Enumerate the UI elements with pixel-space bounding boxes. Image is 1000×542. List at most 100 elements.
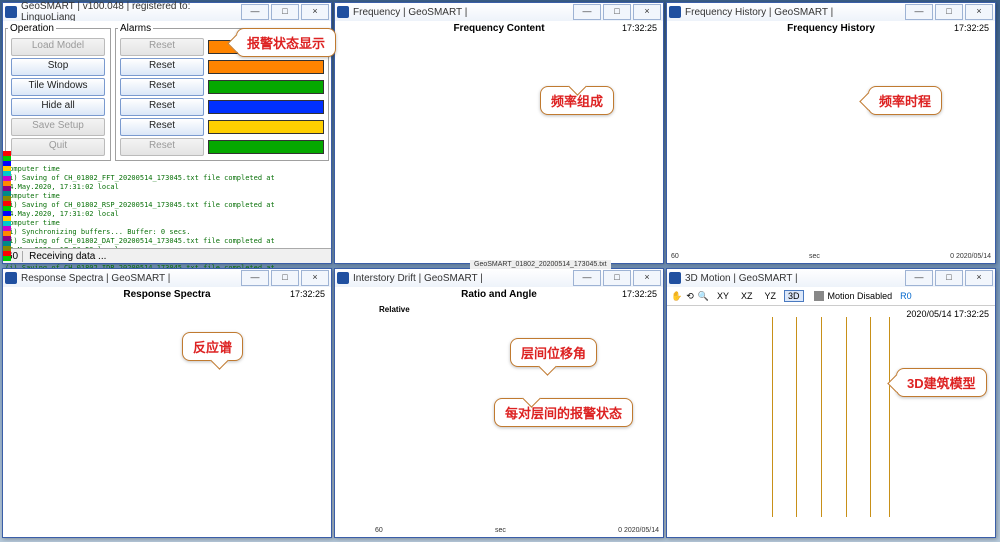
- resp-status-badges: [285, 293, 295, 525]
- drift-x-axis: 60 sec 0 2020/05/14: [335, 527, 663, 537]
- resp-x-axis: [3, 527, 331, 537]
- maximize-button[interactable]: □: [935, 270, 963, 286]
- resp-plot-title: Response Spectra: [3, 289, 331, 300]
- status-text: Receiving data ...: [23, 251, 112, 262]
- hide-all-button[interactable]: Hide all: [11, 98, 105, 116]
- motion-title: 3D Motion | GeoSMART |: [685, 273, 903, 284]
- callout-alarm-status: 报警状态显示: [236, 28, 336, 57]
- resp-title: Response Spectra | GeoSMART |: [21, 273, 239, 284]
- main-title: GeoSMART | v100.048 | registered to: Lin…: [21, 1, 239, 23]
- hand-icon[interactable]: ✋: [671, 291, 682, 302]
- r0-label: R0: [900, 291, 912, 301]
- operation-group: Operation Load Model Stop Tile Windows H…: [5, 23, 111, 161]
- maximize-button[interactable]: □: [603, 270, 631, 286]
- freq-title: Frequency | GeoSMART |: [353, 7, 571, 18]
- stop-button[interactable]: Stop: [11, 58, 105, 76]
- freq-time: 17:32:25: [622, 23, 657, 33]
- frequency-history-window: Frequency History | GeoSMART | — □ × Fre…: [666, 2, 996, 264]
- quit-button[interactable]: Quit: [11, 138, 105, 156]
- minimize-button[interactable]: —: [573, 4, 601, 20]
- relative-label: Relative: [379, 305, 410, 314]
- freq-titlebar[interactable]: Frequency | GeoSMART | — □ ×: [335, 3, 663, 22]
- freqhist-plot-title: Frequency History: [667, 23, 995, 34]
- frequency-plot-area: [345, 37, 619, 251]
- reset-button[interactable]: Reset: [120, 58, 204, 76]
- operation-legend: Operation: [8, 23, 56, 34]
- motion-titlebar[interactable]: 3D Motion | GeoSMART | — □ ×: [667, 269, 995, 288]
- rotate-icon[interactable]: ⟲: [686, 291, 694, 302]
- alarm-bar: [208, 60, 324, 74]
- resp-titlebar[interactable]: Response Spectra | GeoSMART | — □ ×: [3, 269, 331, 288]
- main-titlebar[interactable]: GeoSMART | v100.048 | registered to: Lin…: [3, 3, 331, 22]
- maximize-button[interactable]: □: [603, 4, 631, 20]
- reset-button[interactable]: Reset: [120, 38, 204, 56]
- drift-alarm-status-column: [641, 293, 649, 525]
- callout-alarm-per-floor: 每对层间的报警状态: [494, 398, 633, 427]
- resp-time: 17:32:25: [290, 289, 325, 299]
- alarm-bar: [208, 120, 324, 134]
- spectrogram-area: [677, 37, 961, 251]
- callout-drift-angle: 层间位移角: [510, 338, 597, 367]
- alarm-bar: [208, 140, 324, 154]
- freqhist-title: Frequency History | GeoSMART |: [685, 7, 903, 18]
- drift-plot-title: Ratio and Angle: [335, 289, 663, 300]
- minimize-button[interactable]: —: [905, 270, 933, 286]
- callout-resp-spectra: 反应谱: [182, 332, 243, 361]
- color-swatch: [814, 291, 824, 301]
- freq-plot-title: Frequency Content: [335, 23, 663, 34]
- close-button[interactable]: ×: [965, 270, 993, 286]
- callout-freq-history: 频率时程: [868, 86, 942, 115]
- drift-time: 17:32:25: [622, 289, 657, 299]
- view-xz-button[interactable]: XZ: [737, 290, 757, 302]
- load-model-button[interactable]: Load Model: [11, 38, 105, 56]
- motion-disabled-label: Motion Disabled: [828, 291, 893, 301]
- app-icon: [5, 6, 17, 18]
- freqhist-x-axis: 60 sec 0 2020/05/14: [667, 253, 995, 263]
- building-3d-model[interactable]: [766, 317, 896, 517]
- drift-titlebar[interactable]: Interstory Drift | GeoSMART | — □ ×: [335, 269, 663, 288]
- tile-windows-button[interactable]: Tile Windows: [11, 78, 105, 96]
- file-strip: GeoSMART_01802_20200514_173045.txt: [470, 260, 611, 269]
- reset-button[interactable]: Reset: [120, 118, 204, 136]
- minimize-button[interactable]: —: [241, 270, 269, 286]
- response-spectra-window: Response Spectra | GeoSMART | — □ × Resp…: [2, 268, 332, 538]
- app-icon: [337, 272, 349, 284]
- view-yz-button[interactable]: YZ: [761, 290, 781, 302]
- freqhist-time: 17:32:25: [954, 23, 989, 33]
- app-icon: [5, 272, 17, 284]
- close-button[interactable]: ×: [633, 270, 661, 286]
- minimize-button[interactable]: —: [905, 4, 933, 20]
- 3d-motion-window: 3D Motion | GeoSMART | — □ × ✋ ⟲ 🔍 XY XZ…: [666, 268, 996, 538]
- close-button[interactable]: ×: [301, 4, 329, 20]
- channel-color-bar: [3, 151, 11, 249]
- maximize-button[interactable]: □: [271, 4, 299, 20]
- maximize-button[interactable]: □: [271, 270, 299, 286]
- reset-button[interactable]: Reset: [120, 138, 204, 156]
- minimize-button[interactable]: —: [573, 270, 601, 286]
- app-icon: [669, 6, 681, 18]
- maximize-button[interactable]: □: [935, 4, 963, 20]
- app-icon: [669, 272, 681, 284]
- drift-title: Interstory Drift | GeoSMART |: [353, 273, 571, 284]
- save-setup-button[interactable]: Save Setup: [11, 118, 105, 136]
- close-button[interactable]: ×: [301, 270, 329, 286]
- zoom-icon[interactable]: 🔍: [698, 291, 709, 302]
- reset-button[interactable]: Reset: [120, 78, 204, 96]
- response-plot-area: [13, 303, 289, 525]
- alarm-bar: [208, 80, 324, 94]
- view-xy-button[interactable]: XY: [713, 290, 733, 302]
- freqhist-titlebar[interactable]: Frequency History | GeoSMART | — □ ×: [667, 3, 995, 22]
- alarm-bar: [208, 100, 324, 114]
- reset-button[interactable]: Reset: [120, 98, 204, 116]
- motion-toolbar: ✋ ⟲ 🔍 XY XZ YZ 3D Motion Disabled R0: [667, 287, 995, 306]
- motion-timestamp: 2020/05/14 17:32:25: [906, 309, 989, 319]
- alarms-legend: Alarms: [118, 23, 153, 34]
- drift-mini-charts: [339, 293, 367, 525]
- frequency-window: Frequency | GeoSMART | — □ × Frequency C…: [334, 2, 664, 264]
- app-icon: [337, 6, 349, 18]
- close-button[interactable]: ×: [965, 4, 993, 20]
- close-button[interactable]: ×: [633, 4, 661, 20]
- minimize-button[interactable]: —: [241, 4, 269, 20]
- view-3d-button[interactable]: 3D: [784, 290, 804, 302]
- callout-freq-content: 频率组成: [540, 86, 614, 115]
